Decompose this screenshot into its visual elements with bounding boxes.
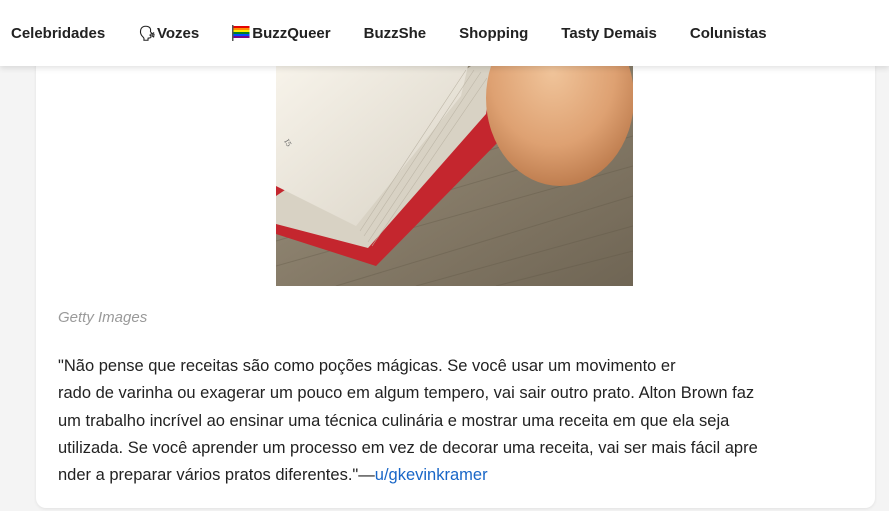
- nav-item-shopping[interactable]: Shopping: [459, 25, 528, 42]
- nav-item-buzzshe[interactable]: BuzzShe: [364, 25, 427, 42]
- quote-line-last: nder a preparar vários pratos diferentes…: [58, 462, 858, 489]
- author-link[interactable]: u/gkevinkramer: [375, 466, 488, 484]
- nav-item-label: Tasty Demais: [561, 24, 657, 42]
- quote-line: um trabalho incrível ao ensinar uma técn…: [58, 411, 730, 430]
- nav-item-label: BuzzQueer: [252, 24, 331, 42]
- nav-item-colunistas[interactable]: Colunistas: [690, 25, 767, 42]
- quote-line: "Não pense que receitas são como poções …: [58, 357, 676, 375]
- nav-item-celebridades[interactable]: Celebridades: [11, 25, 105, 42]
- nav-item-tasty-demais[interactable]: Tasty Demais: [561, 25, 657, 42]
- nav-item-label: Colunistas: [689, 24, 767, 42]
- nav-item-vozes[interactable]: 🗣 Vozes: [138, 25, 199, 42]
- quote-line-text: nder a preparar vários pratos diferentes…: [58, 466, 375, 485]
- quote-line: rado de varinha ou exagerar um pouco em …: [58, 384, 755, 403]
- article-quote: "Não pense que receitas são como poções …: [58, 353, 858, 489]
- nav-item-label: Celebridades: [11, 24, 106, 42]
- nav-item-label: Shopping: [459, 24, 529, 42]
- top-navigation: Celebridades 🗣 Vozes BuzzQueer BuzzShe S…: [0, 0, 889, 66]
- nav-item-buzzqueer[interactable]: BuzzQueer: [232, 24, 331, 42]
- image-credit: Getty Images: [58, 309, 148, 326]
- rainbow-flag-icon: [232, 25, 250, 41]
- article-card: I5 Getty Images "Não pense que receitas …: [36, 40, 875, 508]
- quote-line: utilizada. Se você aprender um processo …: [58, 438, 758, 457]
- nav-item-label: BuzzShe: [363, 24, 427, 42]
- speaking-head-icon: 🗣: [138, 24, 156, 41]
- article-photo: I5: [276, 66, 633, 286]
- nav-item-label: Vozes: [157, 24, 200, 42]
